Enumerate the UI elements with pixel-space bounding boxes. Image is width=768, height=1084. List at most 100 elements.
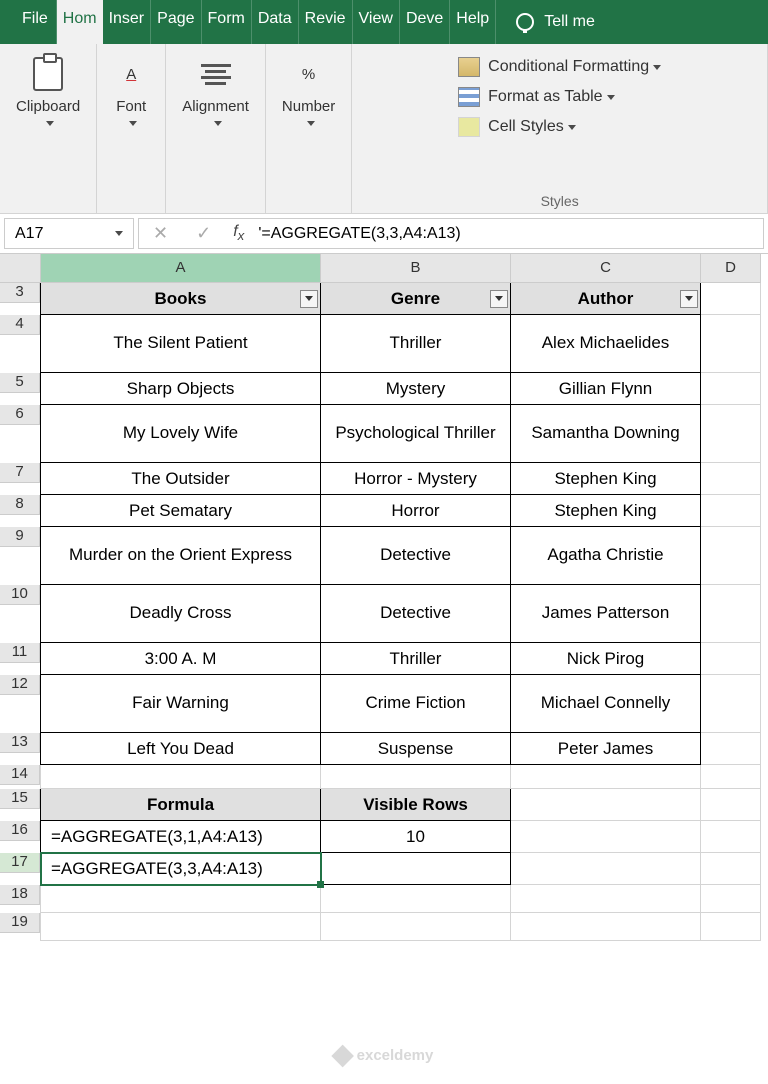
cell[interactable]: Samantha Downing bbox=[511, 405, 701, 463]
check-icon[interactable]: ✓ bbox=[182, 223, 225, 244]
number-button[interactable]: % Number bbox=[278, 52, 339, 130]
cell[interactable] bbox=[701, 853, 761, 885]
tab-page[interactable]: Page bbox=[151, 0, 201, 44]
name-box[interactable]: A17 bbox=[4, 218, 134, 249]
cell[interactable]: Books bbox=[41, 283, 321, 315]
cell[interactable]: Thriller bbox=[321, 315, 511, 373]
cell[interactable] bbox=[321, 853, 511, 885]
conditional-formatting-button[interactable]: Conditional Formatting bbox=[458, 52, 661, 82]
cell[interactable]: Alex Michaelides bbox=[511, 315, 701, 373]
tab-file[interactable]: File bbox=[14, 0, 57, 44]
selected-cell[interactable]: =AGGREGATE(3,3,A4:A13) bbox=[41, 853, 321, 885]
cell[interactable] bbox=[41, 913, 321, 941]
filter-button[interactable] bbox=[490, 290, 508, 308]
select-all-corner[interactable] bbox=[0, 254, 41, 283]
cell[interactable] bbox=[511, 765, 701, 789]
cell[interactable] bbox=[701, 765, 761, 789]
tab-view[interactable]: View bbox=[353, 0, 400, 44]
cell[interactable]: Thriller bbox=[321, 643, 511, 675]
cell[interactable]: Detective bbox=[321, 527, 511, 585]
cell[interactable] bbox=[701, 913, 761, 941]
tell-me[interactable]: Tell me bbox=[506, 0, 605, 44]
row-header[interactable]: 12 bbox=[0, 675, 40, 695]
row-header[interactable]: 17 bbox=[0, 853, 40, 873]
col-header-a[interactable]: A bbox=[41, 254, 321, 283]
cell[interactable]: The Outsider bbox=[41, 463, 321, 495]
cancel-icon[interactable]: ✕ bbox=[139, 223, 182, 244]
cell[interactable]: Formula bbox=[41, 789, 321, 821]
filter-button[interactable] bbox=[300, 290, 318, 308]
filter-button[interactable] bbox=[680, 290, 698, 308]
cell[interactable] bbox=[701, 495, 761, 527]
format-as-table-button[interactable]: Format as Table bbox=[458, 82, 661, 112]
cell[interactable] bbox=[511, 853, 701, 885]
cell[interactable]: Agatha Christie bbox=[511, 527, 701, 585]
fx-icon[interactable]: fx bbox=[225, 223, 252, 243]
row-header[interactable]: 7 bbox=[0, 463, 40, 483]
row-header[interactable]: 10 bbox=[0, 585, 40, 605]
cell[interactable]: Crime Fiction bbox=[321, 675, 511, 733]
cell[interactable]: Deadly Cross bbox=[41, 585, 321, 643]
cell[interactable]: Author bbox=[511, 283, 701, 315]
cell[interactable]: 3:00 A. M bbox=[41, 643, 321, 675]
col-header-c[interactable]: C bbox=[511, 254, 701, 283]
cell[interactable]: Horror bbox=[321, 495, 511, 527]
row-header[interactable]: 13 bbox=[0, 733, 40, 753]
row-header[interactable]: 15 bbox=[0, 789, 40, 809]
cell[interactable]: Detective bbox=[321, 585, 511, 643]
cell[interactable] bbox=[701, 585, 761, 643]
row-header[interactable]: 11 bbox=[0, 643, 40, 663]
cell[interactable] bbox=[41, 885, 321, 913]
col-header-b[interactable]: B bbox=[321, 254, 511, 283]
cell[interactable] bbox=[701, 283, 761, 315]
cell[interactable] bbox=[701, 733, 761, 765]
cell[interactable] bbox=[511, 885, 701, 913]
row-header[interactable]: 18 bbox=[0, 885, 40, 905]
row-header[interactable]: 4 bbox=[0, 315, 40, 335]
cell[interactable]: Gillian Flynn bbox=[511, 373, 701, 405]
row-header[interactable]: 9 bbox=[0, 527, 40, 547]
tab-formulas[interactable]: Form bbox=[202, 0, 252, 44]
formula-input[interactable] bbox=[252, 225, 763, 243]
cell[interactable]: 10 bbox=[321, 821, 511, 853]
tab-help[interactable]: Help bbox=[450, 0, 496, 44]
cell[interactable] bbox=[701, 527, 761, 585]
cell[interactable] bbox=[701, 789, 761, 821]
row-header[interactable]: 19 bbox=[0, 913, 40, 933]
fill-handle[interactable] bbox=[317, 881, 324, 888]
cell[interactable] bbox=[701, 885, 761, 913]
cell[interactable] bbox=[701, 821, 761, 853]
row-header[interactable]: 16 bbox=[0, 821, 40, 841]
cell[interactable] bbox=[701, 643, 761, 675]
row-header[interactable]: 14 bbox=[0, 765, 40, 785]
cell[interactable]: Nick Pirog bbox=[511, 643, 701, 675]
cell[interactable] bbox=[701, 315, 761, 373]
cell[interactable]: Sharp Objects bbox=[41, 373, 321, 405]
cell[interactable]: Pet Sematary bbox=[41, 495, 321, 527]
cell[interactable] bbox=[321, 885, 511, 913]
row-header[interactable]: 6 bbox=[0, 405, 40, 425]
row-header[interactable]: 8 bbox=[0, 495, 40, 515]
cell[interactable] bbox=[511, 913, 701, 941]
cell[interactable] bbox=[701, 373, 761, 405]
cell[interactable] bbox=[701, 405, 761, 463]
cell[interactable]: Horror - Mystery bbox=[321, 463, 511, 495]
cell[interactable]: Genre bbox=[321, 283, 511, 315]
cell[interactable]: Murder on the Orient Express bbox=[41, 527, 321, 585]
font-button[interactable]: A Font bbox=[109, 52, 153, 130]
cell[interactable]: Suspense bbox=[321, 733, 511, 765]
row-header[interactable]: 3 bbox=[0, 283, 40, 303]
alignment-button[interactable]: Alignment bbox=[178, 52, 253, 130]
cell[interactable] bbox=[701, 675, 761, 733]
tab-review[interactable]: Revie bbox=[299, 0, 353, 44]
cell[interactable]: Mystery bbox=[321, 373, 511, 405]
cell[interactable]: Peter James bbox=[511, 733, 701, 765]
cell-styles-button[interactable]: Cell Styles bbox=[458, 112, 661, 142]
cell[interactable] bbox=[701, 463, 761, 495]
cell[interactable]: =AGGREGATE(3,1,A4:A13) bbox=[41, 821, 321, 853]
cell[interactable]: Stephen King bbox=[511, 495, 701, 527]
cell[interactable]: Left You Dead bbox=[41, 733, 321, 765]
cell[interactable] bbox=[41, 765, 321, 789]
clipboard-button[interactable]: Clipboard bbox=[12, 52, 84, 130]
tab-insert[interactable]: Inser bbox=[103, 0, 152, 44]
